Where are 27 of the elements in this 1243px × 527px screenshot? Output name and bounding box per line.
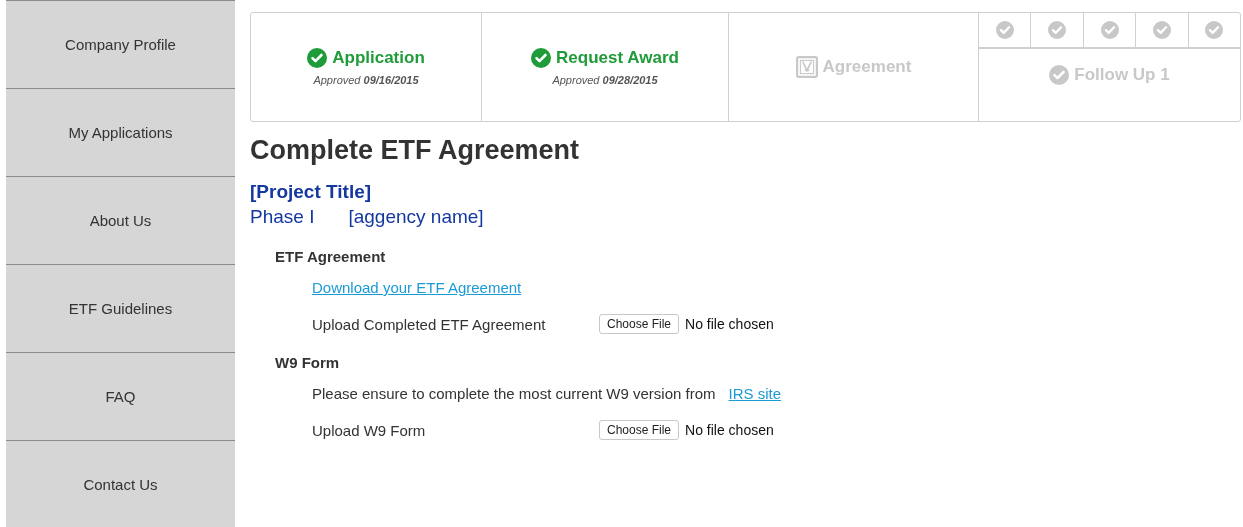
phase-label: Phase I [250, 206, 315, 228]
choose-file-button[interactable]: Choose File [599, 420, 680, 440]
sidebar-item[interactable]: ETF Guidelines [6, 265, 235, 353]
sidebar-item[interactable]: Company Profile [6, 1, 235, 89]
upload-label: Upload Completed ETF Agreement [312, 315, 547, 333]
upload-label: Upload W9 Form [312, 421, 427, 439]
agency-name: [aggency name] [348, 206, 484, 228]
sidebar-item[interactable]: My Applications [6, 89, 235, 177]
check-circle-icon [307, 48, 328, 68]
sidebar-item[interactable]: About Us [6, 177, 235, 265]
file-status-text: No file chosen [685, 422, 774, 438]
sidebar-item[interactable]: Contact Us [6, 441, 235, 527]
section-heading: W9 Form [275, 354, 341, 371]
check-circle-icon [531, 48, 552, 68]
check-circle-icon [1049, 65, 1070, 85]
page-title: Complete ETF Agreement [250, 135, 581, 166]
instruction-text: Please ensure to complete the most current W9 version from [312, 385, 716, 402]
section-heading: ETF Agreement [275, 248, 387, 265]
step-label: Request Award [556, 48, 679, 68]
sidebar-item[interactable]: FAQ [6, 353, 235, 441]
file-status-text: No file chosen [685, 316, 774, 332]
step-note: Approved 09/28/2015 [552, 74, 658, 86]
choose-file-button[interactable]: Choose File [599, 314, 680, 334]
project-title: [Project Title] [250, 181, 373, 203]
document-icon [795, 56, 818, 78]
step-note: Approved 09/16/2015 [313, 74, 419, 86]
step-label: Application [332, 48, 425, 68]
